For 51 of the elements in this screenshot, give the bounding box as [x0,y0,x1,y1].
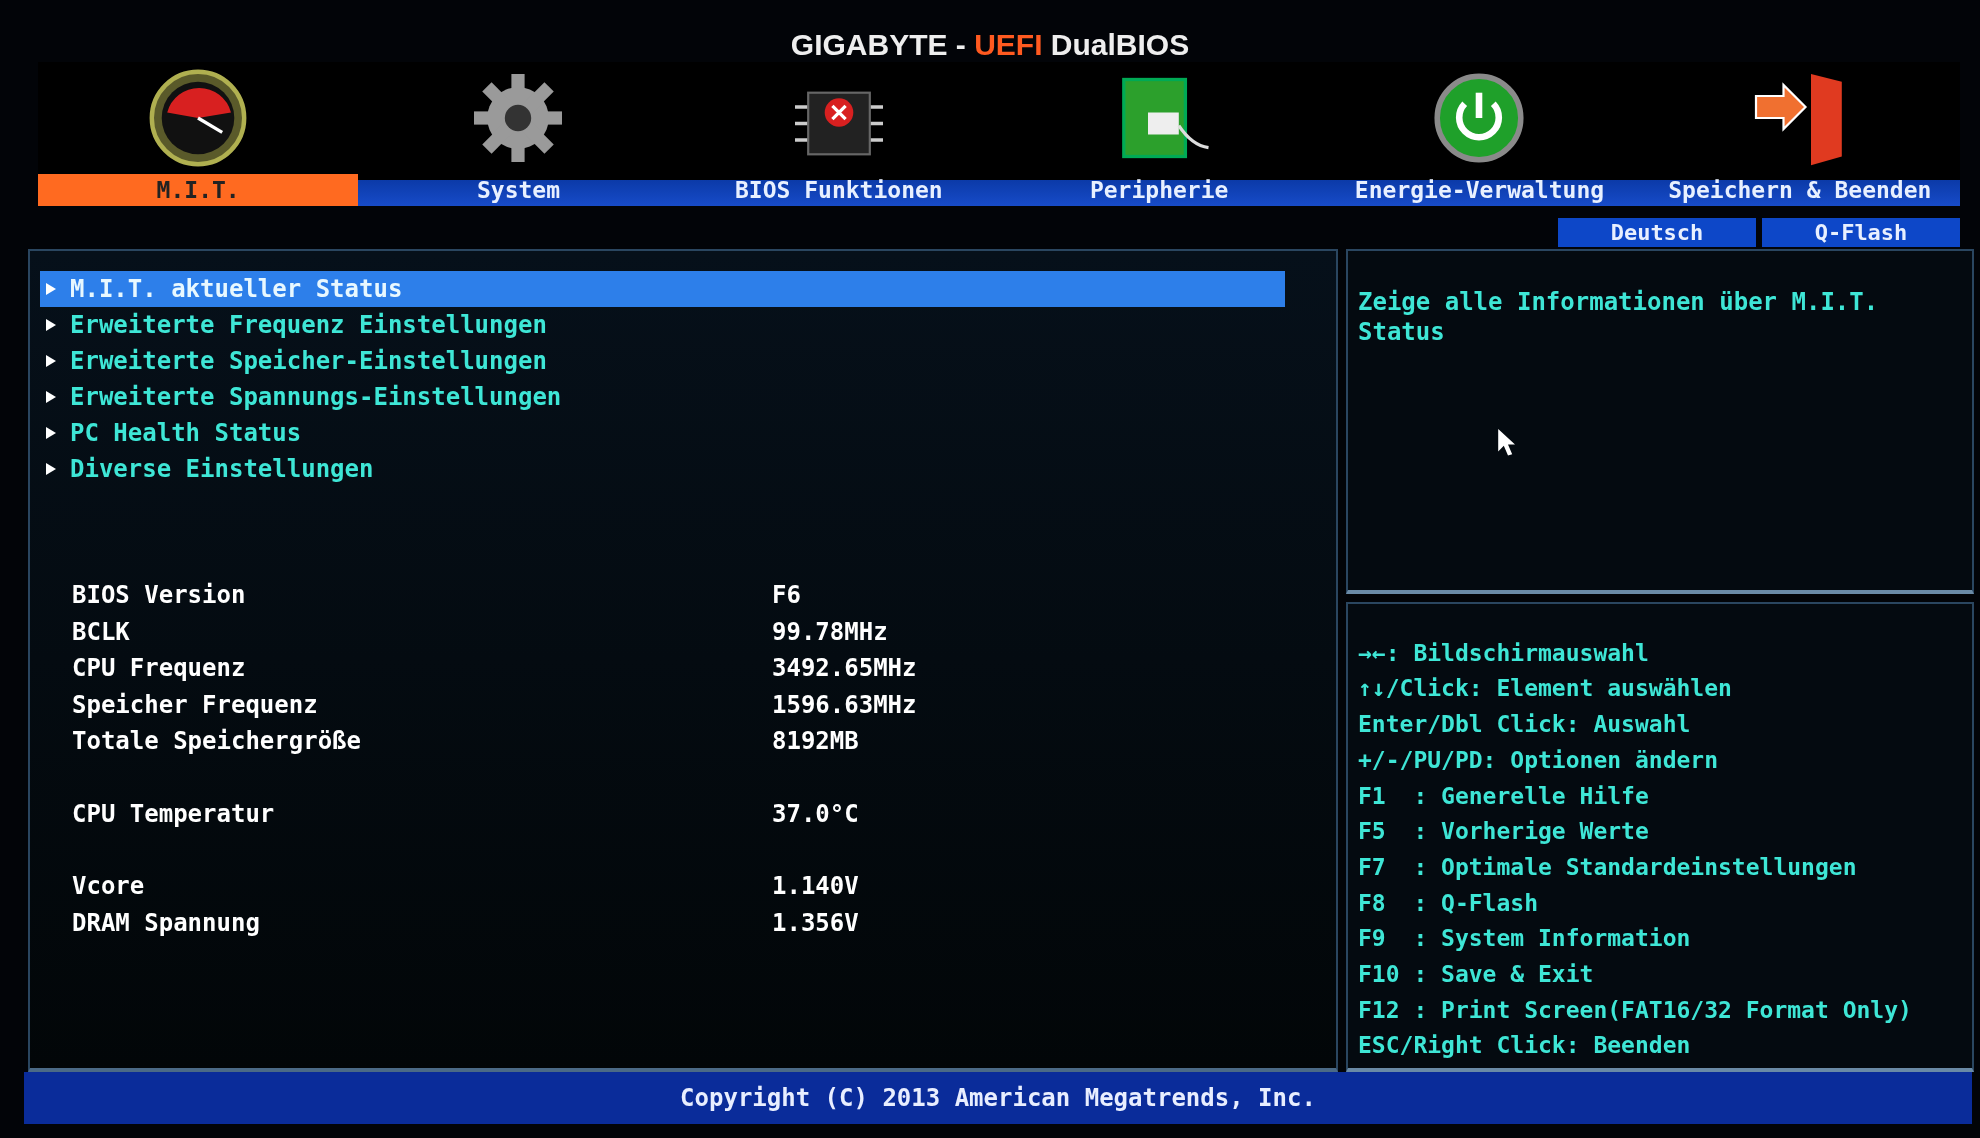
info-label: Speicher Frequenz [72,690,319,721]
info-value: 37.0°C [772,799,859,830]
triangle-icon [46,391,56,403]
info-label: Vcore [72,872,146,902]
triangle-icon [46,355,56,367]
info-label: BIOS Version [72,581,247,611]
menu-tab[interactable]: System [358,174,679,206]
info-value: 99.78MHz [772,617,888,648]
key-help-line: F1 : Generelle Hilfe [1358,782,1650,811]
triangle-icon [46,427,56,439]
info-label: CPU Frequenz [72,654,247,684]
key-help-line: →←: Bildschirmauswahl [1358,639,1650,668]
brand-title: GIGABYTE - UEFI DualBIOS [790,28,1190,62]
info-value: 8192MB [772,727,859,757]
help-text: Zeige alle Informationen über M.I.T. Status [1358,287,1880,347]
key-help-line: ↑↓/Click: Element auswählen [1358,675,1733,704]
menu-tab[interactable]: M.I.T. [38,174,359,206]
menu-tab[interactable]: Energie-Verwaltung [1319,174,1640,206]
menu-item[interactable]: PC Health Status [40,415,1285,451]
info-value: 1596.63MHz [772,690,917,721]
info-label: DRAM Spannung [72,908,261,939]
menu-item[interactable]: M.I.T. aktueller Status [40,271,1285,307]
triangle-icon [46,319,56,331]
triangle-icon [46,463,56,475]
info-value: 3492.65MHz [772,654,917,684]
menu-item[interactable]: Diverse Einstellungen [40,451,1285,487]
key-help-line: F7 : Optimale Standardeinstellungen [1358,853,1858,882]
key-help-line: ESC/Right Click: Beenden [1358,1032,1692,1061]
key-help-line: F10 : Save & Exit [1358,960,1595,989]
info-value: F6 [772,581,801,611]
info-value: 1.356V [772,908,859,939]
menu-tab[interactable]: Peripherie [999,174,1320,206]
key-help-line: F8 : Q-Flash [1358,889,1539,918]
key-help-line: Enter/Dbl Click: Auswahl [1358,711,1692,740]
copyright-text: Copyright (C) 2013 American Megatrends, Inc. [680,1084,1316,1112]
menu-tab[interactable]: Speichern & Beenden [1639,174,1960,206]
key-help-line: F9 : System Information [1358,925,1692,954]
info-value: 1.140V [772,872,859,902]
key-help-line: F12 : Print Screen(FAT16/32 Format Only) [1358,996,1913,1025]
toolbar-button[interactable]: Deutsch [1558,218,1756,247]
menu-item[interactable]: Erweiterte Frequenz Einstellungen [40,307,1285,343]
info-label: BCLK [72,617,131,648]
menu-item[interactable]: Erweiterte Speicher-Einstellungen [40,343,1285,379]
toolbar-button[interactable]: Q-Flash [1762,218,1960,247]
info-label: Totale Speichergröße [72,727,362,757]
info-label: CPU Temperatur [72,799,276,830]
key-help-line: +/-/PU/PD: Optionen ändern [1358,746,1720,775]
menu-tab[interactable]: BIOS Funktionen [678,174,999,206]
key-help-line: F5 : Vorherige Werte [1358,818,1650,847]
menu-item[interactable]: Erweiterte Spannungs-Einstellungen [40,379,1285,415]
triangle-icon [46,283,56,295]
